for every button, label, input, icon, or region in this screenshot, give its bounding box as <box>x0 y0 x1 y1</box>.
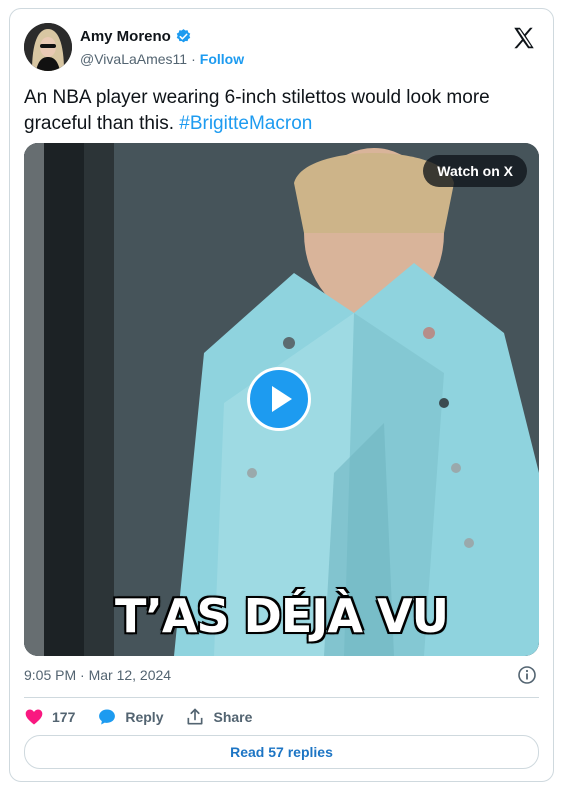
reply-bubble-icon <box>99 709 116 725</box>
watch-on-x-button[interactable]: Watch on X <box>423 155 527 187</box>
reply-label: Reply <box>125 709 164 725</box>
author-handle[interactable]: @VivaLaAmes11 <box>80 51 187 67</box>
like-button[interactable]: 177 <box>24 707 75 727</box>
author-name-row: Amy Moreno <box>80 28 192 45</box>
action-bar: 177 Reply Share <box>24 705 274 729</box>
read-replies-button[interactable]: Read 57 replies <box>24 735 539 769</box>
timestamp[interactable]: 9:05 PM · Mar 12, 2024 <box>24 667 171 683</box>
tweet-text: An NBA player wearing 6-inch stilettos w… <box>24 85 539 137</box>
handle-row: @VivaLaAmes11 · Follow <box>80 51 244 67</box>
reply-button[interactable]: Reply <box>97 707 163 727</box>
play-button[interactable] <box>247 367 311 431</box>
x-logo-icon[interactable] <box>511 25 537 51</box>
author-name[interactable]: Amy Moreno <box>80 28 171 45</box>
tweet-card: Amy Moreno @VivaLaAmes11 · Follow An NBA… <box>9 8 554 782</box>
verified-icon <box>176 29 191 43</box>
separator: · <box>191 51 196 67</box>
play-icon <box>272 386 292 412</box>
hashtag-link[interactable]: #BrigitteMacron <box>179 113 312 134</box>
follow-button[interactable]: Follow <box>200 51 244 67</box>
info-icon[interactable] <box>517 665 537 685</box>
avatar[interactable] <box>24 23 72 71</box>
video-player[interactable]: Watch on X T’AS DÉJÀ VU <box>24 143 539 656</box>
share-icon <box>187 708 203 725</box>
share-label: Share <box>213 709 253 725</box>
heart-icon <box>25 709 43 725</box>
video-caption: T’AS DÉJÀ VU <box>115 589 449 643</box>
share-button[interactable]: Share <box>185 707 252 727</box>
divider <box>24 697 539 698</box>
like-count: 177 <box>52 709 76 725</box>
